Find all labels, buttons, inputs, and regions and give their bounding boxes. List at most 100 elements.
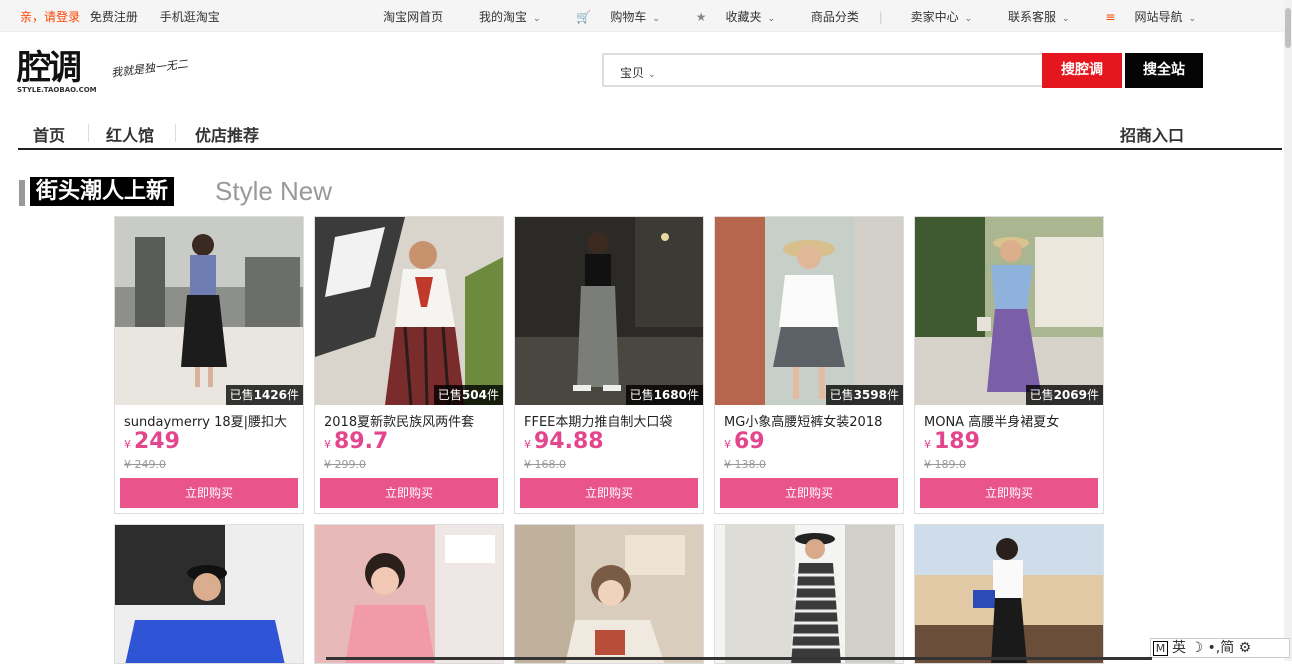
top-bar-left: 亲，请登录 免费注册 手机逛淘宝 (20, 8, 226, 25)
product-image[interactable]: 已售3598件 (715, 217, 903, 405)
nav-item-influencers[interactable]: 红人馆 (106, 122, 154, 146)
sold-badge: 已售2069件 (1025, 385, 1103, 405)
product-card[interactable]: 已售1426件 sundaymerry 18夏|腰扣大 ¥249 ¥ 249.0… (114, 216, 304, 514)
top-bar-right: 淘宝网首页 我的淘宝 ⌄ 🛒 购物车 ⌄ ★ 收藏夹 ⌄ 商品分类 | 卖家中心 ⌄ 联系客… (351, 8, 1196, 25)
logo-slogan: 我就是独一无二 (110, 57, 189, 80)
product-image[interactable]: 已售1680件 (515, 217, 703, 405)
sold-prefix: 已售 (629, 388, 654, 402)
buy-now-button[interactable]: 立即购买 (120, 478, 298, 508)
section-title-cn: 街头潮人上新 (30, 177, 175, 206)
currency-symbol: ¥ (524, 458, 531, 471)
topbar-item-favorites[interactable]: ★ 收藏夹 ⌄ (680, 8, 775, 25)
ime-simplified-toggle[interactable]: 简 (1220, 640, 1234, 656)
topbar-divider: | (878, 10, 883, 24)
price-value: 69 (734, 429, 765, 454)
topbar-item-label: 联系客服 (1007, 10, 1056, 24)
sold-count: 1426 (253, 388, 287, 402)
price-value: 94.88 (534, 429, 604, 454)
mobile-taobao-link[interactable]: 手机逛淘宝 (160, 10, 220, 24)
topbar-item-cart[interactable]: 🛒 购物车 ⌄ (560, 8, 660, 25)
search-store-button[interactable]: 搜腔调 (1042, 53, 1122, 88)
buy-now-button[interactable]: 立即购买 (320, 478, 498, 508)
sold-count: 504 (461, 388, 487, 402)
product-card[interactable]: 已售3598件 MG小象高腰短裤女装2018 ¥69 ¥ 138.0 立即购买 (714, 216, 904, 514)
nav-divider (175, 124, 176, 142)
original-price: ¥ 249.0 (124, 458, 166, 471)
sold-prefix: 已售 (829, 388, 854, 402)
sold-count: 3598 (853, 388, 887, 402)
topbar-item-seller-center[interactable]: 卖家中心 ⌄ (895, 8, 973, 25)
topbar-item-home[interactable]: 淘宝网首页 (367, 8, 443, 25)
product-card-partial[interactable] (114, 524, 304, 664)
chevron-down-icon: ⌄ (652, 14, 660, 24)
product-image[interactable] (515, 525, 704, 664)
product-title[interactable]: sundaymerry 18夏|腰扣大 (124, 411, 296, 430)
sold-badge: 已售1680件 (625, 385, 703, 405)
topbar-item-site-nav[interactable]: ≡ 网站导航 ⌄ (1089, 8, 1196, 25)
buy-now-button[interactable]: 立即购买 (920, 478, 1098, 508)
product-image[interactable]: 已售1426件 (115, 217, 303, 405)
sold-unit: 件 (486, 388, 499, 402)
topbar-item-customer-service[interactable]: 联系客服 ⌄ (992, 8, 1070, 25)
ime-toolbar[interactable]: M英 ☽ •,简 ⚙ (1150, 638, 1290, 658)
site-logo[interactable]: 腔调 STYLE.TAOBAO.COM (17, 50, 101, 94)
chevron-down-icon: ⌄ (1062, 14, 1070, 24)
page-scrollbar[interactable] (1284, 0, 1292, 661)
sold-count: 2069 (1053, 388, 1087, 402)
product-title[interactable]: FFEE本期力推自制大口袋 (524, 411, 696, 430)
original-price-value: 249.0 (134, 458, 167, 471)
menu-icon: ≡ (1105, 10, 1116, 24)
product-image[interactable]: 已售504件 (315, 217, 503, 405)
product-image[interactable]: 已售2069件 (915, 217, 1103, 405)
nav-item-recommended-shops[interactable]: 优店推荐 (195, 122, 259, 146)
product-card[interactable]: 已售504件 2018夏新款民族风两件套 ¥89.7 ¥ 299.0 立即购买 (314, 216, 504, 514)
topbar-item-my-taobao[interactable]: 我的淘宝 ⌄ (463, 8, 541, 25)
login-link[interactable]: 亲，请登录 (20, 10, 80, 24)
gear-icon[interactable]: ⚙ (1239, 640, 1252, 656)
product-card-partial[interactable] (514, 524, 704, 664)
product-image[interactable] (115, 525, 304, 664)
product-title[interactable]: MG小象高腰短裤女装2018 (724, 411, 896, 430)
sold-unit: 件 (1086, 388, 1099, 402)
currency-symbol: ¥ (124, 458, 131, 471)
sold-prefix: 已售 (229, 388, 254, 402)
topbar-item-label: 我的淘宝 (478, 10, 527, 24)
search-box: 宝贝 ⌄ (602, 53, 1044, 87)
moon-icon[interactable]: ☽ (1190, 640, 1203, 656)
section-title-en: Style New (215, 176, 333, 206)
search-all-button[interactable]: 搜全站 (1125, 53, 1203, 88)
chevron-down-icon: ⌄ (648, 70, 656, 80)
search-input[interactable] (684, 59, 1034, 81)
scrollbar-thumb[interactable] (1285, 8, 1291, 48)
buy-now-button[interactable]: 立即购买 (520, 478, 698, 508)
ime-language-toggle[interactable]: 英 (1172, 640, 1186, 656)
product-card[interactable]: 已售2069件 MONA 高腰半身裙夏女 ¥189 ¥ 189.0 立即购买 (914, 216, 1104, 514)
product-image[interactable] (915, 525, 1104, 664)
product-price: ¥249 (124, 429, 180, 454)
nav-divider (88, 124, 89, 142)
sold-unit: 件 (886, 388, 899, 402)
product-title[interactable]: MONA 高腰半身裙夏女 (924, 411, 1096, 430)
ime-mode-icon[interactable]: M (1153, 641, 1168, 656)
search-category-select[interactable]: 宝贝 ⌄ (620, 64, 656, 81)
topbar-item-categories[interactable]: 商品分类 (795, 8, 859, 25)
original-price-value: 189.0 (934, 458, 967, 471)
punctuation-toggle[interactable]: •, (1207, 640, 1220, 656)
product-card-partial[interactable] (714, 524, 904, 664)
nav-item-home[interactable]: 首页 (33, 122, 65, 146)
nav-item-merchant-entry[interactable]: 招商入口 (1120, 122, 1184, 146)
currency-symbol: ¥ (924, 458, 931, 471)
product-card[interactable]: 已售1680件 FFEE本期力推自制大口袋 ¥94.88 ¥ 168.0 立即购… (514, 216, 704, 514)
product-card-partial[interactable] (314, 524, 504, 664)
product-image[interactable] (715, 525, 904, 664)
currency-symbol: ¥ (324, 438, 331, 451)
product-image[interactable] (315, 525, 504, 664)
register-link[interactable]: 免费注册 (90, 10, 138, 24)
product-card-partial[interactable] (914, 524, 1104, 664)
sold-badge: 已售3598件 (825, 385, 903, 405)
chevron-down-icon: ⌄ (1188, 14, 1196, 24)
buy-now-button[interactable]: 立即购买 (720, 478, 898, 508)
product-title[interactable]: 2018夏新款民族风两件套 (324, 411, 496, 430)
main-nav: 首页 红人馆 优店推荐 招商入口 (18, 118, 1282, 150)
original-price: ¥ 299.0 (324, 458, 366, 471)
